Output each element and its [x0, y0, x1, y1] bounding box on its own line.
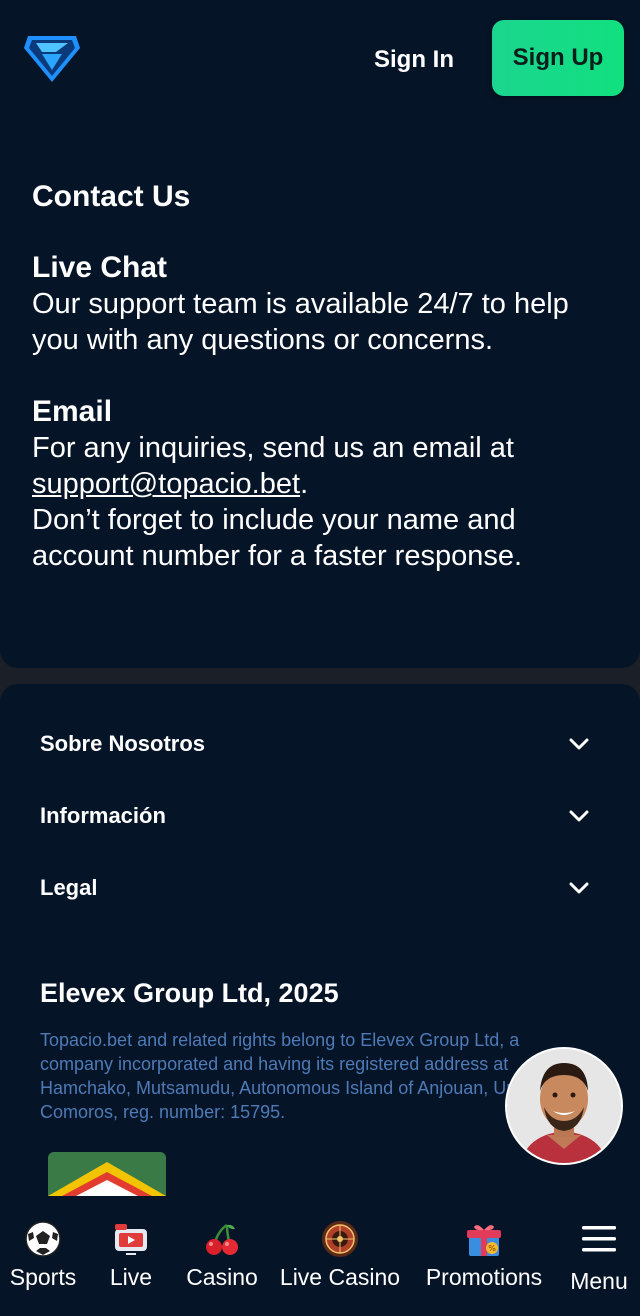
chevron-down-icon: [569, 810, 589, 822]
live-chat-title: Live Chat: [32, 251, 168, 284]
nav-label: Menu: [570, 1268, 628, 1294]
accordion-label: Legal: [40, 875, 98, 900]
nav-sports[interactable]: Sports: [0, 1196, 86, 1316]
support-email-link[interactable]: support@topacio.bet: [32, 468, 300, 500]
accordion-informacion[interactable]: Información: [40, 794, 600, 838]
accordion-legal[interactable]: Legal: [40, 866, 600, 910]
nav-label: Promotions: [425, 1264, 543, 1290]
chevron-down-icon: [569, 738, 589, 750]
email-text: For any inquiries, send us an email at s…: [32, 430, 602, 502]
nav-live[interactable]: Live: [96, 1196, 166, 1316]
contact-section: Contact Us Live Chat Our support team is…: [0, 118, 640, 668]
nav-label: Live Casino: [279, 1264, 401, 1290]
company-name: Elevex Group Ltd, 2025: [40, 978, 339, 1008]
hamburger-menu-icon: [582, 1226, 616, 1252]
support-agent-avatar[interactable]: [505, 1047, 623, 1165]
sign-up-button[interactable]: Sign Up: [492, 20, 624, 96]
topacio-logo-icon[interactable]: [22, 30, 82, 84]
sign-in-button[interactable]: Sign In: [360, 40, 468, 80]
nav-promotions[interactable]: % Promotions: [418, 1196, 550, 1316]
email-title: Email: [32, 395, 113, 428]
top-header: Sign In Sign Up: [0, 0, 640, 118]
chevron-down-icon: [569, 882, 589, 894]
svg-text:%: %: [488, 1244, 496, 1253]
contact-title: Contact Us: [32, 180, 191, 213]
soccer-ball-icon: [25, 1221, 61, 1257]
live-chat-text: Our support team is available 24/7 to he…: [32, 288, 569, 356]
nav-label: Sports: [9, 1264, 77, 1290]
email-note: Don’t forget to include your name and ac…: [32, 504, 523, 572]
nav-casino[interactable]: Casino: [180, 1196, 264, 1316]
bottom-nav: Sports Live Casino Live Casino % Promoti…: [0, 1196, 640, 1316]
nav-label: Casino: [186, 1264, 258, 1290]
live-tv-icon: [115, 1224, 147, 1255]
email-text-suffix: .: [300, 468, 309, 500]
nav-menu[interactable]: Menu: [562, 1196, 636, 1316]
accordion-label: Sobre Nosotros: [40, 731, 206, 756]
accordion-label: Información: [40, 803, 166, 828]
gift-icon: %: [467, 1225, 501, 1256]
person-avatar-icon: [507, 1049, 621, 1163]
cherries-icon: [206, 1223, 238, 1255]
nav-label: Live: [109, 1264, 153, 1290]
email-text-prefix: For any inquiries, send us an email at: [32, 432, 514, 464]
accordion-sobre-nosotros[interactable]: Sobre Nosotros: [40, 722, 600, 766]
legal-text: Topacio.bet and related rights belong to…: [40, 1030, 561, 1122]
license-badge-icon[interactable]: [48, 1152, 166, 1196]
nav-live-casino[interactable]: Live Casino: [276, 1196, 404, 1316]
roulette-icon: [322, 1221, 358, 1257]
